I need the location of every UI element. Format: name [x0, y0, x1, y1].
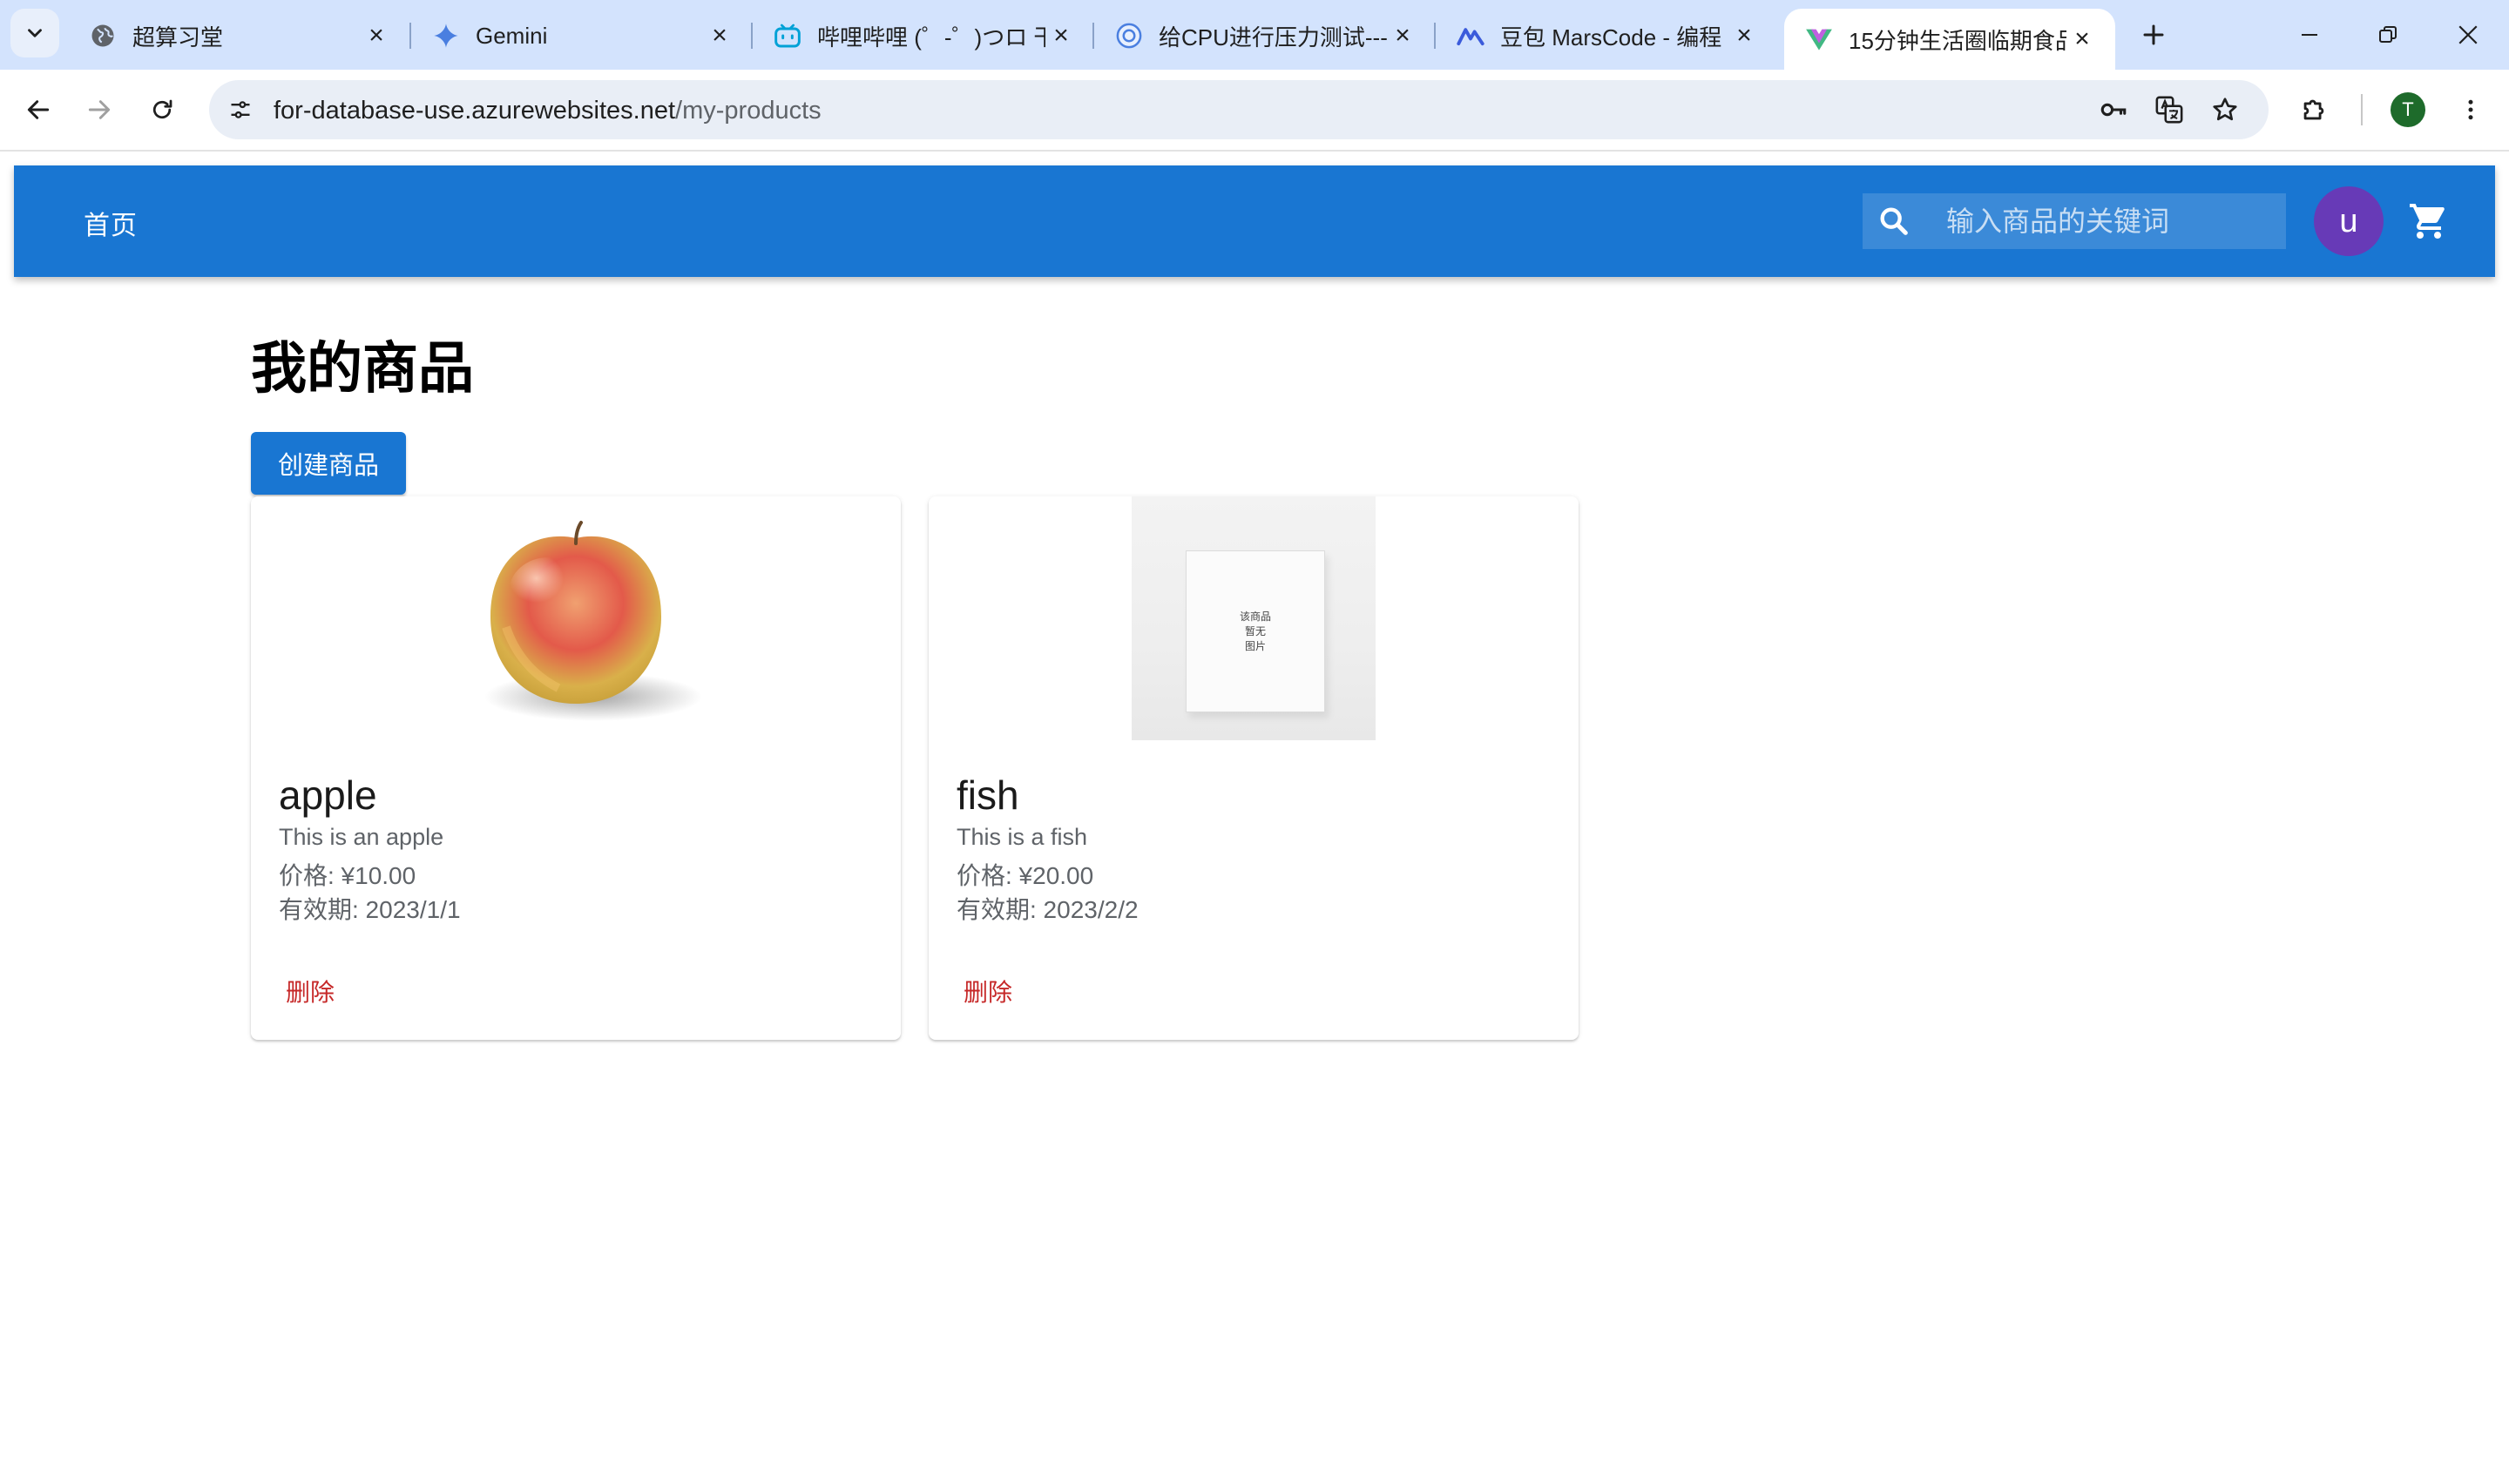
shopping-cart-icon [2410, 204, 2445, 239]
translate-icon[interactable] [2150, 91, 2188, 129]
product-description: This is a fish [957, 824, 1088, 850]
tab-5-active[interactable]: 15分钟生活圈临期食品 × [1784, 9, 2115, 70]
tab-0[interactable]: 超算习堂 × [68, 9, 409, 63]
reload-icon [152, 99, 172, 119]
browser-menu-button[interactable] [2445, 84, 2497, 136]
close-tab-icon[interactable]: × [1045, 20, 1077, 51]
bookmark-star-icon[interactable] [2206, 91, 2244, 129]
product-expiry: 有效期: 2023/1/1 [279, 896, 461, 923]
tune-icon [231, 101, 250, 118]
product-price: 价格: ¥10.00 [279, 862, 416, 889]
reload-button[interactable] [136, 84, 188, 136]
delete-product-button[interactable]: 删除 [955, 967, 1021, 1015]
globe-icon [89, 22, 117, 50]
no-image-placeholder: 该商品 暂无 图片 [1132, 496, 1376, 740]
close-window-button[interactable] [2429, 0, 2507, 70]
close-tab-icon[interactable]: × [361, 20, 392, 51]
bilibili-tv-icon [774, 22, 801, 50]
tab-title: 豆包 MarsCode - 编程 [1500, 24, 1722, 51]
tab-4[interactable]: 豆包 MarsCode - 编程 × [1436, 9, 1777, 63]
new-tab-button[interactable] [2133, 14, 2174, 56]
arrow-back-icon [27, 100, 50, 119]
url-host: for-database-use.azurewebsites.net [274, 97, 676, 125]
close-tab-icon[interactable]: × [2066, 24, 2098, 55]
create-product-button[interactable]: 创建商品 [251, 432, 406, 495]
product-expiry: 有效期: 2023/2/2 [957, 896, 1139, 923]
url-path: /my-products [675, 97, 822, 125]
cart-button[interactable] [2404, 197, 2453, 246]
marscode-icon [1457, 22, 1484, 50]
gemini-sparkle-icon [432, 22, 460, 50]
minimize-icon [2302, 34, 2317, 36]
minimize-button[interactable] [2270, 0, 2349, 70]
product-card: 该商品 暂无 图片 fish This is a fish 价格: ¥20.00… [929, 496, 1579, 1040]
close-icon [2458, 25, 2478, 44]
product-name: apple [279, 772, 377, 818]
user-avatar[interactable]: u [2314, 186, 2384, 256]
browser-tabstrip: 超算习堂 × Gemini × 哔哩哔哩 (゜-゜)つロ 干 × 给CPU进行压… [0, 0, 2509, 70]
arrow-forward-icon [88, 100, 111, 119]
placeholder-text-line: 该商品 [1239, 610, 1271, 623]
home-link[interactable]: 首页 [84, 204, 138, 242]
close-tab-icon[interactable]: × [1728, 20, 1760, 51]
placeholder-text-line: 暂无 [1244, 624, 1266, 637]
product-description: This is an apple [279, 824, 444, 850]
search-icon [1875, 202, 1913, 240]
toolbar-divider [2361, 94, 2363, 125]
puzzle-icon [2303, 99, 2324, 120]
more-vertical-icon [2468, 99, 2473, 120]
extensions-button[interactable] [2288, 84, 2340, 136]
tab-title: Gemini [476, 22, 548, 49]
placeholder-box: 该商品 暂无 图片 [1186, 550, 1325, 712]
product-image-placeholder: 该商品 暂无 图片 [929, 496, 1579, 740]
product-search[interactable] [1863, 193, 2286, 249]
blue-circle-icon [1115, 22, 1143, 50]
plus-icon [2143, 24, 2164, 45]
tab-title: 超算习堂 [132, 24, 224, 51]
profile-button[interactable]: T [2382, 84, 2434, 136]
product-name: fish [957, 772, 1019, 818]
browser-toolbar: for-database-use.azurewebsites.net/my-pr… [0, 70, 2509, 152]
tab-title: 15分钟生活圈临期食品 [1849, 27, 2066, 54]
tab-title: 哔哩哔哩 (゜-゜)つロ 干 [817, 24, 1045, 51]
password-key-icon[interactable] [2094, 91, 2133, 129]
product-price: 价格: ¥20.00 [957, 862, 1094, 889]
address-bar[interactable]: for-database-use.azurewebsites.net/my-pr… [209, 80, 2269, 139]
search-input[interactable] [1946, 193, 2277, 249]
placeholder-text-line: 图片 [1244, 639, 1266, 652]
chevron-down-icon [28, 29, 42, 37]
site-info-button[interactable] [221, 91, 260, 129]
restore-button[interactable] [2349, 0, 2427, 70]
tab-2[interactable]: 哔哩哔哩 (゜-゜)つロ 干 × [753, 9, 1094, 63]
forward-button[interactable] [73, 84, 125, 136]
tab-1[interactable]: Gemini × [411, 9, 753, 63]
app-header: 首页 u [14, 165, 2495, 277]
profile-avatar: T [2391, 92, 2425, 127]
page-title: 我的商品 [251, 336, 474, 401]
vue-logo-icon [1805, 25, 1833, 53]
tab-3[interactable]: 给CPU进行压力测试--- × [1094, 9, 1436, 63]
restore-icon [2379, 26, 2397, 43]
tab-search-button[interactable] [10, 9, 59, 57]
back-button[interactable] [12, 84, 64, 136]
tab-title: 给CPU进行压力测试--- [1159, 24, 1387, 51]
url-text[interactable]: for-database-use.azurewebsites.net/my-pr… [274, 97, 822, 125]
delete-product-button[interactable]: 删除 [277, 967, 343, 1015]
close-tab-icon[interactable]: × [1387, 20, 1418, 51]
product-image-apple [251, 496, 901, 740]
product-card: apple This is an apple 价格: ¥10.00 有效期: 2… [251, 496, 901, 1040]
close-tab-icon[interactable]: × [704, 20, 735, 51]
